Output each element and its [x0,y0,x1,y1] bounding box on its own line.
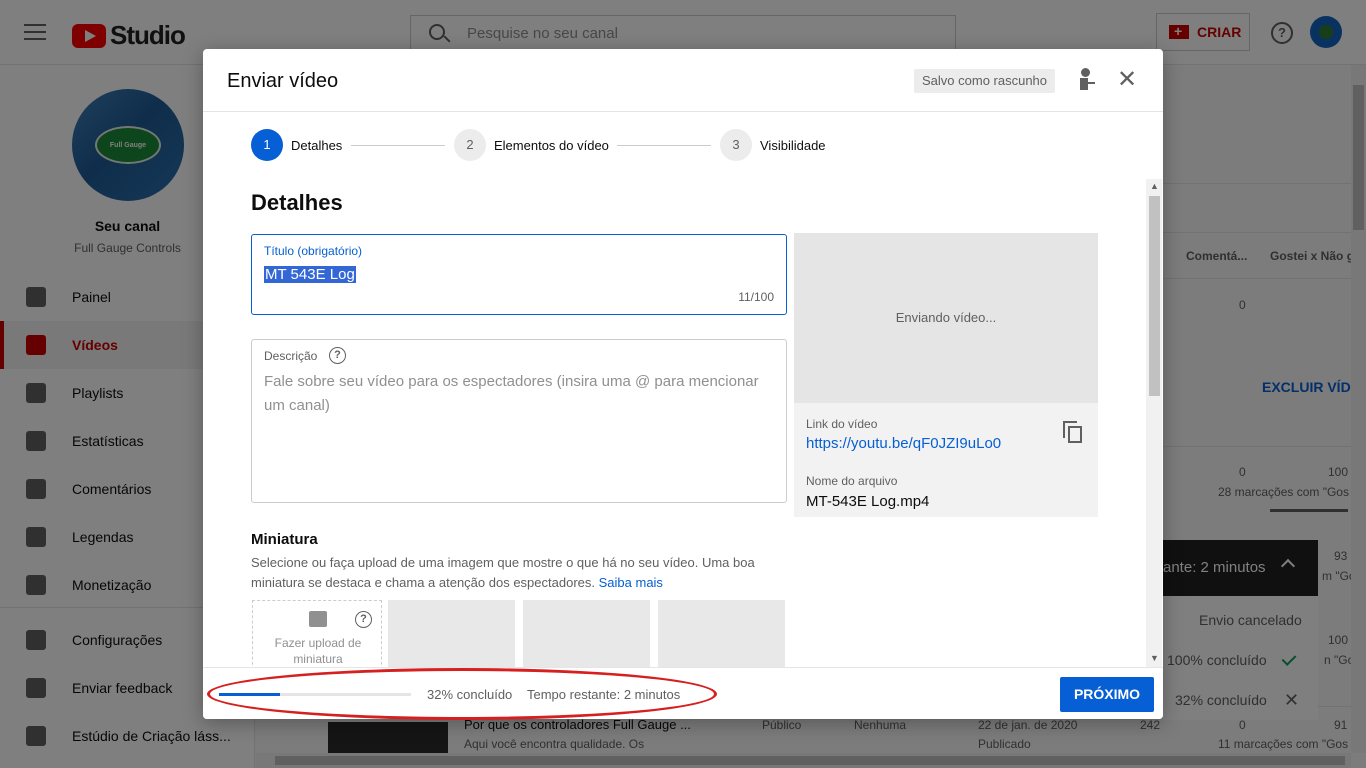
step-1-circle[interactable]: 1 [251,129,283,161]
close-icon[interactable]: ✕ [1115,68,1139,93]
step-2-circle[interactable]: 2 [454,129,486,161]
upload-stepper: 1 Detalhes 2 Elementos do vídeo 3 Visibi… [251,129,851,161]
learn-more-link[interactable]: Saiba mais [599,575,663,590]
step-1-label[interactable]: Detalhes [291,138,342,153]
thumbnail-heading: Miniatura [251,531,318,548]
video-link[interactable]: https://youtu.be/qF0JZI9uLo0 [806,435,1001,452]
draft-status-badge: Salvo como rascunho [914,69,1056,93]
scroll-up-icon[interactable]: ▲ [1150,181,1159,191]
copy-icon[interactable] [1063,421,1083,443]
preview-status: Enviando vídeo... [895,310,997,325]
thumbnail-description-text: Selecione ou faça upload de uma imagem q… [251,555,755,590]
description-field[interactable]: Descrição ? Fale sobre seu vídeo para os… [251,339,787,503]
dialog-title: Enviar vídeo [227,70,339,92]
step-connector [351,145,445,146]
title-char-counter: 11/100 [738,290,774,304]
title-input-value[interactable]: MT 543E Log [264,266,356,283]
thumbnail-description: Selecione ou faça upload de uma imagem q… [251,553,771,593]
upload-dialog: Enviar vídeo Salvo como rascunho ✕ 1 Det… [203,49,1163,719]
title-field[interactable]: Título (obrigatório) MT 543E Log 11/100 [251,234,787,315]
dialog-scrollbar-thumb[interactable] [1149,196,1160,396]
video-info-panel: Link do vídeo https://youtu.be/qF0JZI9uL… [794,403,1098,517]
upload-thumbnail-label: Fazer upload de miniatura [274,636,362,666]
description-placeholder: Fale sobre seu vídeo para os espectadore… [264,373,759,414]
thumbnail-option[interactable] [658,600,785,675]
thumbnail-option[interactable] [523,600,650,675]
step-3-label[interactable]: Visibilidade [760,138,826,153]
scroll-down-icon[interactable]: ▼ [1150,653,1159,663]
step-connector [617,145,711,146]
help-icon[interactable]: ? [355,611,372,628]
video-preview: Enviando vídeo... [794,233,1098,403]
file-name: MT-543E Log.mp4 [806,493,930,510]
description-field-label: Descrição [264,349,318,363]
step-3-circle[interactable]: 3 [720,129,752,161]
step-2-label[interactable]: Elementos do vídeo [494,138,609,153]
file-name-label: Nome do arquivo [806,474,898,488]
annotation-ellipse [207,668,717,720]
section-heading: Detalhes [251,190,343,215]
dialog-header: Enviar vídeo Salvo como rascunho ✕ [203,49,1163,112]
video-link-label: Link do vídeo [806,417,878,431]
report-issue-icon[interactable] [1076,68,1096,92]
upload-thumbnail-button[interactable]: ? Fazer upload de miniatura [252,600,382,675]
thumbnail-option[interactable] [388,600,515,675]
add-image-icon [309,611,327,627]
help-icon[interactable]: ? [329,347,346,364]
title-field-label: Título (obrigatório) [264,244,363,258]
next-button[interactable]: PRÓXIMO [1060,677,1154,712]
